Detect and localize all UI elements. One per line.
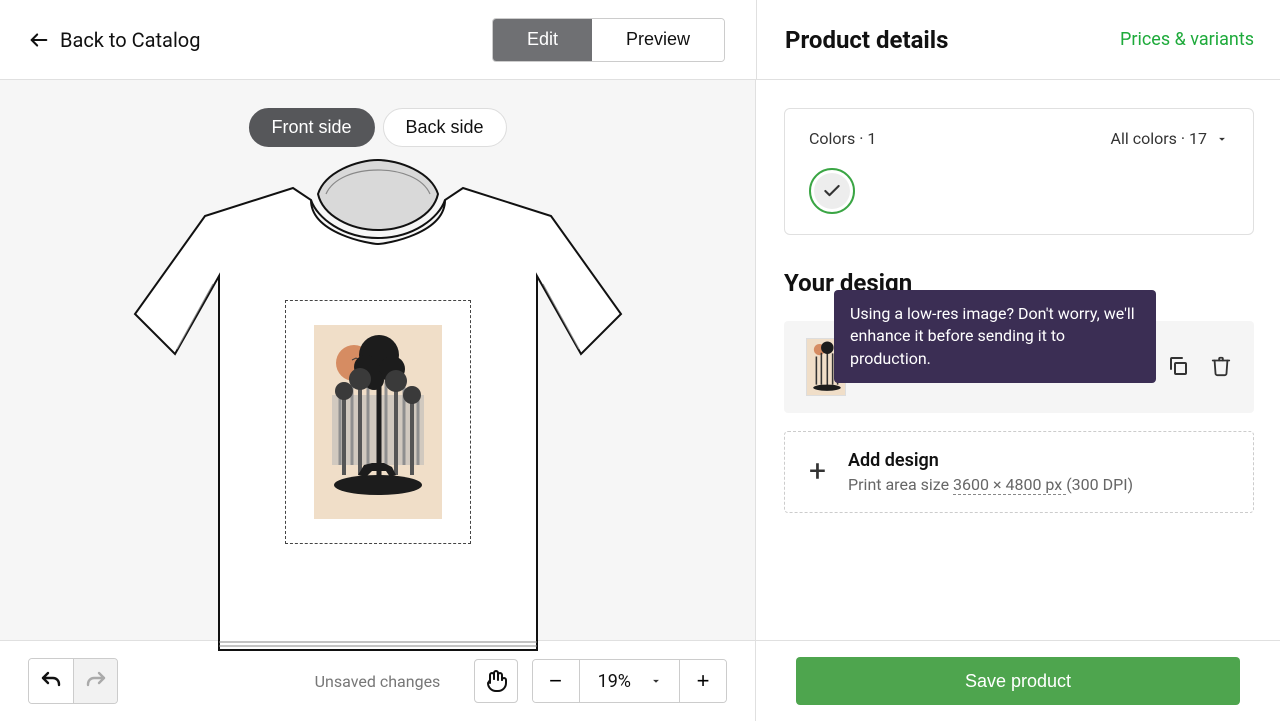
prices-variants-link[interactable]: Prices & variants bbox=[1120, 29, 1254, 50]
tab-edit[interactable]: Edit bbox=[493, 19, 592, 61]
all-colors-label: All colors · 17 bbox=[1111, 129, 1207, 148]
hand-icon bbox=[484, 669, 508, 693]
unsaved-status: Unsaved changes bbox=[315, 672, 441, 691]
add-design-subtitle: Print area size 3600 × 4800 px (300 DPI) bbox=[848, 475, 1133, 494]
zoom-control: − 19% + bbox=[532, 659, 727, 703]
design-item-row: Using a low-res image? Don't worry, we'l… bbox=[784, 321, 1254, 413]
zoom-dropdown[interactable]: 19% bbox=[579, 660, 680, 702]
tab-front-side[interactable]: Front side bbox=[248, 108, 374, 147]
tshirt-mockup[interactable] bbox=[133, 144, 623, 659]
duplicate-button[interactable] bbox=[1166, 354, 1190, 381]
save-product-button[interactable]: Save product bbox=[796, 657, 1240, 705]
chevron-down-icon bbox=[649, 674, 663, 688]
color-swatch-selected[interactable] bbox=[809, 168, 855, 214]
copy-icon bbox=[1166, 354, 1190, 378]
plus-icon: + bbox=[809, 457, 826, 487]
delete-button[interactable] bbox=[1210, 354, 1232, 381]
redo-button bbox=[73, 659, 117, 703]
check-icon bbox=[822, 181, 842, 201]
colors-selected-label: Colors · 1 bbox=[809, 129, 876, 148]
history-group bbox=[28, 658, 118, 704]
canvas-area: Front side Back side bbox=[0, 80, 756, 640]
mode-toggle: Edit Preview bbox=[492, 18, 725, 62]
zoom-value: 19% bbox=[598, 671, 631, 692]
add-design-title: Add design bbox=[848, 450, 1133, 471]
undo-icon bbox=[39, 669, 63, 693]
all-colors-dropdown[interactable]: All colors · 17 bbox=[1111, 129, 1229, 148]
redo-icon bbox=[84, 669, 108, 693]
tab-preview[interactable]: Preview bbox=[592, 19, 724, 61]
right-header: Product details Prices & variants bbox=[756, 0, 1280, 79]
chevron-down-icon bbox=[1215, 132, 1229, 146]
tab-back-side[interactable]: Back side bbox=[383, 108, 507, 147]
undo-button[interactable] bbox=[29, 659, 73, 703]
back-label: Back to Catalog bbox=[60, 28, 200, 52]
colors-box: Colors · 1 All colors · 17 bbox=[784, 108, 1254, 235]
side-panel: Colors · 1 All colors · 17 Your design U… bbox=[756, 80, 1280, 640]
side-toggle: Front side Back side bbox=[248, 108, 506, 147]
zoom-out-button[interactable]: − bbox=[533, 660, 579, 702]
print-area[interactable] bbox=[285, 300, 471, 544]
back-to-catalog-link[interactable]: Back to Catalog bbox=[0, 28, 200, 52]
zoom-in-button[interactable]: + bbox=[680, 660, 726, 702]
trash-icon bbox=[1210, 355, 1232, 377]
page-title: Product details bbox=[785, 26, 948, 54]
pan-button[interactable] bbox=[474, 659, 518, 703]
add-design-button[interactable]: + Add design Print area size 3600 × 4800… bbox=[784, 431, 1254, 513]
artwork[interactable] bbox=[314, 325, 442, 519]
low-res-tooltip: Using a low-res image? Don't worry, we'l… bbox=[834, 290, 1156, 383]
arrow-left-icon bbox=[28, 29, 50, 51]
